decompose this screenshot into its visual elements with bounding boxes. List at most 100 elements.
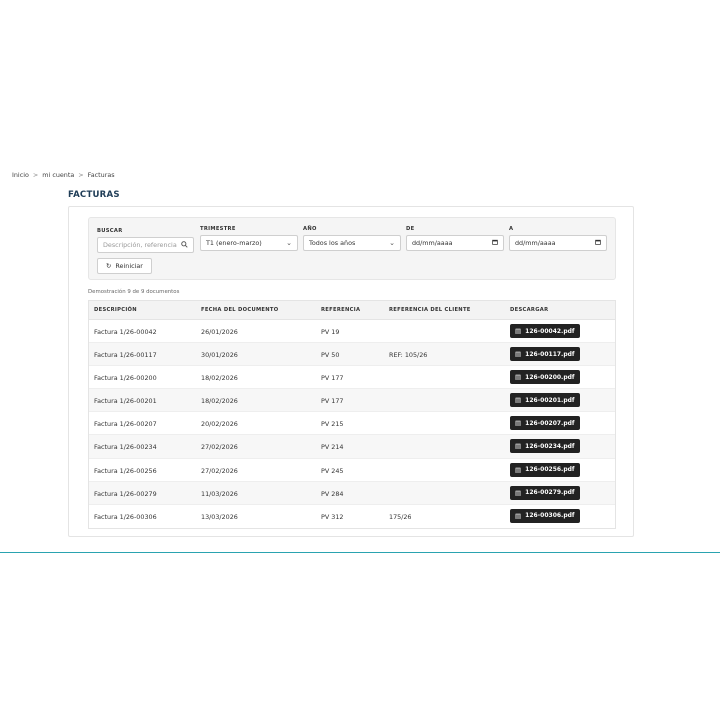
cell-description: Factura 1/26-00256	[94, 466, 157, 475]
calendar-icon[interactable]	[595, 239, 601, 247]
column-header-client-reference: REFERENCIA DEL CLIENTE	[389, 307, 471, 313]
table-row: Factura 1/26-00256 27/02/2026 PV 245 ▤ 126-0…	[89, 458, 615, 482]
cell-reference: PV 284	[321, 489, 344, 498]
breadcrumb-home[interactable]: Inicio	[12, 171, 29, 179]
calendar-icon[interactable]	[492, 239, 498, 247]
breadcrumb: Inicio > mi cuenta > Facturas	[12, 171, 115, 179]
download-pdf-button[interactable]: ▤ 126-00207.pdf	[510, 416, 580, 431]
cell-description: Factura 1/26-00042	[94, 328, 157, 336]
pdf-filename: 126-00234.pdf	[525, 442, 575, 450]
year-label: AÑO	[303, 226, 317, 232]
cell-date: 27/02/2026	[201, 443, 238, 452]
pdf-file-icon: ▤	[515, 327, 522, 335]
download-pdf-button[interactable]: ▤ 126-00042.pdf	[510, 324, 580, 338]
cell-reference: PV 19	[321, 328, 340, 336]
footer-divider	[0, 552, 720, 553]
reset-label: Reiniciar	[115, 262, 143, 270]
refresh-icon: ↻	[106, 262, 112, 270]
cell-client-reference: 175/26	[389, 512, 412, 521]
page-title: FACTURAS	[68, 190, 120, 200]
cell-reference: PV 177	[321, 374, 344, 383]
from-date-label: DE	[406, 226, 415, 232]
cell-description: Factura 1/26-00234	[94, 443, 157, 452]
pdf-file-icon: ▤	[515, 350, 522, 359]
cell-reference: PV 50	[321, 351, 340, 360]
cell-description: Factura 1/26-00200	[94, 374, 157, 383]
quarter-label: TRIMESTRE	[200, 226, 236, 232]
chevron-down-icon: ⌄	[286, 239, 292, 247]
cell-date: 26/01/2026	[201, 328, 238, 336]
pdf-file-icon: ▤	[515, 419, 522, 428]
table-body: Factura 1/26-00042 26/01/2026 PV 19 ▤ 126-00…	[89, 320, 615, 528]
cell-description: Factura 1/26-00117	[94, 351, 157, 360]
cell-reference: PV 245	[321, 466, 344, 475]
cell-date: 27/02/2026	[201, 466, 238, 475]
pdf-file-icon: ▤	[515, 373, 522, 382]
pdf-filename: 126-00042.pdf	[525, 327, 575, 335]
table-row: Factura 1/26-00042 26/01/2026 PV 19 ▤ 126-00…	[89, 320, 615, 344]
cell-date: 13/03/2026	[201, 512, 238, 521]
cell-description: Factura 1/26-00201	[94, 397, 157, 406]
table-row: Factura 1/26-00117 30/01/2026 PV 50 REF: 10…	[89, 343, 615, 367]
download-pdf-button[interactable]: ▤ 126-00279.pdf	[510, 485, 580, 500]
column-header-reference: REFERENCIA	[321, 307, 361, 313]
download-pdf-button[interactable]: ▤ 126-00234.pdf	[510, 439, 580, 454]
cell-description: Factura 1/26-00306	[94, 512, 157, 521]
column-header-date: FECHA DEL DOCUMENTO	[201, 307, 279, 313]
invoices-panel: BUSCAR Descripción, referencia TRIMESTRE…	[68, 206, 634, 537]
pdf-filename: 126-00207.pdf	[525, 419, 575, 427]
search-input[interactable]: Descripción, referencia	[97, 237, 194, 253]
column-header-description: DESCRIPCIÓN	[94, 307, 137, 313]
table-row: Factura 1/26-00200 18/02/2026 PV 177 ▤ 126-0…	[89, 366, 615, 390]
cell-date: 18/02/2026	[201, 397, 238, 406]
download-pdf-button[interactable]: ▤ 126-00117.pdf	[510, 347, 580, 362]
table-row: Factura 1/26-00207 20/02/2026 PV 215 ▤ 126-0…	[89, 412, 615, 436]
table-row: Factura 1/26-00234 27/02/2026 PV 214 ▤ 126-0…	[89, 435, 615, 459]
cell-date: 30/01/2026	[201, 351, 238, 360]
table-header: DESCRIPCIÓN FECHA DEL DOCUMENTO REFERENC…	[89, 301, 615, 320]
column-header-download: DESCARGAR	[510, 307, 549, 313]
breadcrumb-separator: >	[32, 171, 39, 179]
filter-bar: BUSCAR Descripción, referencia TRIMESTRE…	[88, 217, 616, 280]
cell-date: 20/02/2026	[201, 420, 238, 429]
pdf-file-icon: ▤	[515, 465, 522, 474]
from-date-placeholder: dd/mm/aaaa	[412, 239, 453, 247]
year-select[interactable]: Todos los años ⌄	[303, 235, 401, 251]
pdf-file-icon: ▤	[515, 488, 522, 497]
cell-reference: PV 215	[321, 420, 344, 429]
search-icon[interactable]	[181, 240, 188, 250]
to-date-input[interactable]: dd/mm/aaaa	[509, 235, 607, 251]
breadcrumb-separator: >	[78, 171, 84, 179]
download-pdf-button[interactable]: ▤ 126-00306.pdf	[510, 508, 580, 523]
quarter-select[interactable]: T1 (enero-marzo) ⌄	[200, 235, 298, 251]
cell-date: 11/03/2026	[201, 489, 238, 498]
search-label: BUSCAR	[97, 228, 123, 234]
cell-reference: PV 177	[321, 397, 344, 406]
breadcrumb-account[interactable]: mi cuenta	[42, 171, 74, 179]
pdf-file-icon: ▤	[515, 396, 522, 405]
chevron-down-icon: ⌄	[389, 239, 395, 247]
table-row: Factura 1/26-00306 13/03/2026 PV 312 175/26…	[89, 504, 615, 528]
quarter-value: T1 (enero-marzo)	[206, 239, 262, 247]
pdf-file-icon: ▤	[515, 511, 522, 520]
pdf-filename: 126-00256.pdf	[525, 466, 575, 474]
pdf-filename: 126-00200.pdf	[525, 373, 575, 381]
download-pdf-button[interactable]: ▤ 126-00201.pdf	[510, 393, 580, 408]
pdf-filename: 126-00201.pdf	[525, 396, 575, 404]
pdf-filename: 126-00279.pdf	[525, 489, 575, 497]
reset-button[interactable]: ↻ Reiniciar	[97, 258, 152, 274]
download-pdf-button[interactable]: ▤ 126-00200.pdf	[510, 370, 580, 385]
cell-description: Factura 1/26-00207	[94, 420, 157, 429]
table-row: Factura 1/26-00201 18/02/2026 PV 177 ▤ 126-0…	[89, 389, 615, 413]
cell-reference: PV 312	[321, 512, 344, 521]
download-pdf-button[interactable]: ▤ 126-00256.pdf	[510, 462, 580, 477]
from-date-input[interactable]: dd/mm/aaaa	[406, 235, 504, 251]
pdf-filename: 126-00306.pdf	[525, 512, 575, 520]
search-placeholder: Descripción, referencia	[103, 241, 177, 249]
cell-reference: PV 214	[321, 443, 344, 452]
to-date-label: A	[509, 226, 514, 232]
cell-description: Factura 1/26-00279	[94, 489, 157, 498]
invoices-table: DESCRIPCIÓN FECHA DEL DOCUMENTO REFERENC…	[88, 300, 616, 529]
cell-client-reference: REF: 105/26	[389, 351, 428, 360]
table-row: Factura 1/26-00279 11/03/2026 PV 284 ▤ 126-0…	[89, 481, 615, 505]
